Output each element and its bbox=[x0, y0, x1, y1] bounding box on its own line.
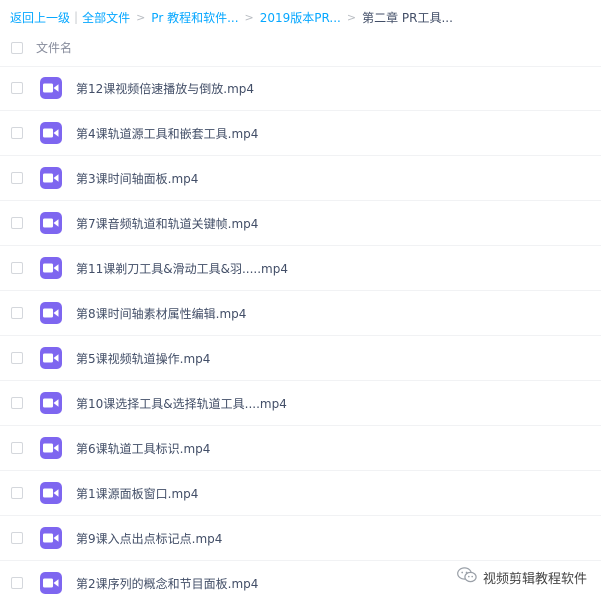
watermark-text: 视频剪辑教程软件 bbox=[482, 571, 587, 587]
video-file-icon bbox=[40, 347, 62, 369]
video-file-icon bbox=[40, 527, 62, 549]
file-checkbox[interactable] bbox=[11, 217, 23, 229]
video-file-icon bbox=[40, 572, 62, 594]
video-file-icon bbox=[40, 122, 62, 144]
video-file-icon bbox=[40, 77, 62, 99]
file-row[interactable]: 第11课剃刀工具&滑动工具&羽.....mp4 bbox=[0, 246, 601, 291]
video-file-icon bbox=[40, 437, 62, 459]
file-row[interactable]: 第9课入点出点标记点.mp4 bbox=[0, 516, 601, 561]
file-name[interactable]: 第6课轨道工具标识.mp4 bbox=[76, 440, 210, 457]
file-checkbox[interactable] bbox=[11, 82, 23, 94]
video-file-icon bbox=[40, 257, 62, 279]
file-checkbox[interactable] bbox=[11, 127, 23, 139]
breadcrumb-pr-tutorials[interactable]: Pr 教程和软件... bbox=[151, 9, 238, 26]
file-name[interactable]: 第11课剃刀工具&滑动工具&羽.....mp4 bbox=[76, 260, 288, 277]
breadcrumb-arrow-icon: > bbox=[346, 10, 357, 24]
file-name[interactable]: 第2课序列的概念和节目面板.mp4 bbox=[76, 575, 258, 592]
video-file-icon bbox=[40, 212, 62, 234]
file-checkbox[interactable] bbox=[11, 577, 23, 589]
breadcrumb-arrow-icon: > bbox=[244, 10, 254, 24]
file-list: 第12课视频倍速播放与倒放.mp4 第4课轨道源工具和嵌套工具.mp4 第3课时间轴… bbox=[0, 66, 601, 603]
file-name[interactable]: 第4课轨道源工具和嵌套工具.mp4 bbox=[76, 125, 258, 142]
file-checkbox[interactable] bbox=[11, 397, 23, 409]
select-all-checkbox[interactable] bbox=[11, 42, 23, 54]
file-checkbox[interactable] bbox=[11, 442, 23, 454]
file-row[interactable]: 第4课轨道源工具和嵌套工具.mp4 bbox=[0, 111, 601, 156]
file-name[interactable]: 第3课时间轴面板.mp4 bbox=[76, 170, 198, 187]
file-row[interactable]: 第5课视频轨道操作.mp4 bbox=[0, 336, 601, 381]
file-checkbox[interactable] bbox=[11, 262, 23, 274]
file-browser: 返回上一级 | 全部文件 > Pr 教程和软件... > 2019版本PR...… bbox=[0, 0, 601, 603]
file-checkbox[interactable] bbox=[11, 487, 23, 499]
breadcrumb: 返回上一级 | 全部文件 > Pr 教程和软件... > 2019版本PR...… bbox=[10, 8, 453, 26]
back-link[interactable]: 返回上一级 bbox=[10, 9, 70, 26]
wechat-icon bbox=[457, 567, 477, 587]
file-row[interactable]: 第7课音频轨道和轨道关键帧.mp4 bbox=[0, 201, 601, 246]
file-row[interactable]: 第3课时间轴面板.mp4 bbox=[0, 156, 601, 201]
video-file-icon bbox=[40, 482, 62, 504]
file-name[interactable]: 第9课入点出点标记点.mp4 bbox=[76, 530, 222, 547]
file-name[interactable]: 第12课视频倍速播放与倒放.mp4 bbox=[76, 80, 254, 97]
breadcrumb-2019-version[interactable]: 2019版本PR... bbox=[260, 9, 341, 26]
file-name[interactable]: 第8课时间轴素材属性编辑.mp4 bbox=[76, 305, 246, 322]
file-row[interactable]: 第1课源面板窗口.mp4 bbox=[0, 471, 601, 516]
file-name[interactable]: 第10课选择工具&选择轨道工具....mp4 bbox=[76, 395, 287, 412]
file-name[interactable]: 第5课视频轨道操作.mp4 bbox=[76, 350, 210, 367]
video-file-icon bbox=[40, 392, 62, 414]
file-list-header: 文件名 bbox=[0, 30, 601, 67]
file-checkbox[interactable] bbox=[11, 352, 23, 364]
breadcrumb-current-folder: 第二章 PR工具... bbox=[362, 10, 453, 25]
file-name[interactable]: 第1课源面板窗口.mp4 bbox=[76, 485, 198, 502]
breadcrumb-divider: | bbox=[74, 10, 79, 24]
video-file-icon bbox=[40, 302, 62, 324]
file-row[interactable]: 第6课轨道工具标识.mp4 bbox=[0, 426, 601, 471]
video-file-icon bbox=[40, 167, 62, 189]
file-row[interactable]: 第10课选择工具&选择轨道工具....mp4 bbox=[0, 381, 601, 426]
file-row[interactable]: 第12课视频倍速播放与倒放.mp4 bbox=[0, 66, 601, 111]
breadcrumb-all-files[interactable]: 全部文件 bbox=[82, 9, 130, 26]
file-row[interactable]: 第8课时间轴素材属性编辑.mp4 bbox=[0, 291, 601, 336]
file-checkbox[interactable] bbox=[11, 172, 23, 184]
file-checkbox[interactable] bbox=[11, 532, 23, 544]
file-name[interactable]: 第7课音频轨道和轨道关键帧.mp4 bbox=[76, 215, 258, 232]
watermark: 视频剪辑教程软件 bbox=[456, 567, 587, 587]
filename-column-header[interactable]: 文件名 bbox=[36, 39, 72, 56]
breadcrumb-arrow-icon: > bbox=[136, 10, 146, 24]
file-checkbox[interactable] bbox=[11, 307, 23, 319]
